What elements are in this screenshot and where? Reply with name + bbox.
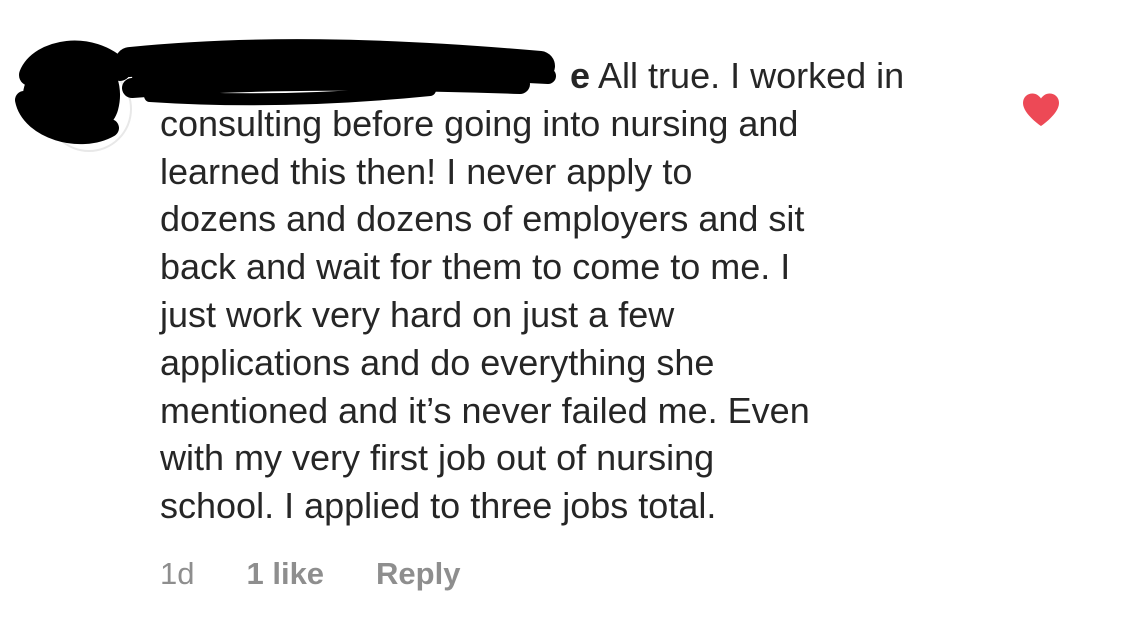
comment-body: redactede All true. I worked in consultin…: [160, 52, 960, 530]
comment-line: All true. I worked in: [590, 55, 905, 96]
likes-count[interactable]: 1 like: [246, 556, 324, 592]
comment: FE redactede All true. I worked in consul…: [0, 0, 1125, 643]
comment-line: just work very hard on just a few: [160, 293, 675, 335]
comment-line: consulting before going into nursing and: [160, 102, 799, 144]
timestamp: 1d: [160, 556, 195, 591]
comment-line: applications and do everything she: [160, 341, 715, 383]
avatar[interactable]: FE: [46, 66, 132, 152]
comment-line: learned this then! I never apply to: [160, 150, 693, 192]
comment-line: dozens and dozens of employers and sit: [160, 198, 805, 240]
comment-line: school. I applied to three jobs total.: [160, 485, 717, 527]
comment-line: with my very first job out of nursing: [160, 437, 715, 479]
comment-line: mentioned and it’s never failed me. Even: [160, 389, 810, 431]
username-tail[interactable]: e: [570, 55, 590, 96]
heart-icon[interactable]: [1021, 92, 1061, 128]
comment-line: back and wait for them to come to me. I: [160, 246, 791, 288]
comment-meta: 1d 1 like Reply: [160, 556, 460, 592]
username-redacted[interactable]: redacted: [160, 52, 570, 100]
reply-button[interactable]: Reply: [376, 556, 460, 592]
avatar-text: FE: [88, 120, 104, 132]
